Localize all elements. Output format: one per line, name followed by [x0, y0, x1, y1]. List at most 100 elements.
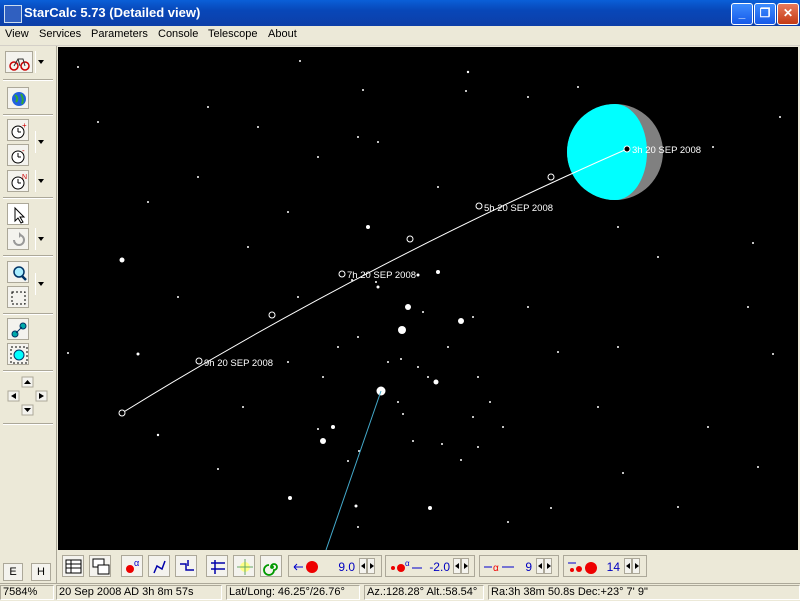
galaxy-button[interactable] [260, 555, 282, 577]
star[interactable] [77, 66, 79, 68]
rotate-dropdown[interactable] [35, 228, 45, 250]
rotate-button[interactable] [7, 228, 29, 250]
path-marker[interactable] [475, 202, 483, 210]
measure-button[interactable] [7, 318, 29, 340]
label-limit-value[interactable]: 9 [518, 560, 532, 574]
star[interactable] [752, 242, 754, 244]
clock-forward-button[interactable]: + [7, 119, 29, 141]
star[interactable] [489, 401, 491, 403]
star[interactable] [288, 496, 292, 500]
galaxy-magnitude-value[interactable]: -2.0 [424, 560, 450, 574]
star[interactable] [458, 318, 464, 324]
time-step-dropdown[interactable] [35, 131, 45, 153]
clock-now-button[interactable]: N [7, 170, 29, 192]
star[interactable] [357, 136, 359, 138]
star[interactable] [657, 256, 659, 258]
star[interactable] [387, 361, 389, 363]
star[interactable] [156, 433, 160, 437]
star[interactable] [747, 306, 749, 308]
star[interactable] [400, 358, 402, 360]
star[interactable] [527, 306, 529, 308]
star[interactable] [67, 352, 69, 354]
star[interactable] [465, 90, 467, 92]
grid-button[interactable] [206, 555, 228, 577]
zoom-rectangle-button[interactable] [7, 286, 29, 308]
boundaries-button[interactable] [175, 555, 197, 577]
star[interactable] [772, 353, 774, 355]
star[interactable] [357, 526, 359, 528]
star[interactable] [97, 121, 99, 123]
galaxy-magnitude-spinner[interactable] [453, 558, 471, 574]
star[interactable] [357, 336, 359, 338]
star[interactable] [416, 273, 420, 277]
star[interactable] [136, 352, 140, 356]
star[interactable] [550, 507, 552, 509]
star[interactable] [398, 326, 406, 334]
star[interactable] [466, 70, 470, 74]
star[interactable] [331, 425, 335, 429]
star[interactable] [577, 86, 579, 88]
star[interactable] [677, 506, 679, 508]
star[interactable] [557, 351, 559, 353]
h-button[interactable]: H [31, 563, 51, 581]
zoom-button[interactable] [7, 261, 29, 283]
star[interactable] [617, 346, 619, 348]
star[interactable] [177, 296, 179, 298]
star[interactable] [507, 521, 509, 523]
star[interactable] [197, 176, 199, 178]
minimize-button[interactable]: _ [731, 3, 753, 25]
star[interactable] [217, 468, 219, 470]
path-marker[interactable] [118, 409, 126, 417]
star[interactable] [347, 460, 349, 462]
path-marker[interactable] [547, 173, 555, 181]
star[interactable] [247, 246, 249, 248]
star[interactable] [299, 60, 301, 62]
star-size-value[interactable]: 14 [602, 560, 620, 574]
star[interactable] [287, 361, 289, 363]
constellation-lines-button[interactable] [148, 555, 170, 577]
star[interactable] [447, 346, 449, 348]
select-pointer-button[interactable] [7, 203, 29, 225]
window-button[interactable] [89, 555, 111, 577]
star[interactable] [437, 186, 439, 188]
label-limit-spinner[interactable] [536, 558, 554, 574]
star[interactable] [472, 416, 474, 418]
menu-services[interactable]: Services [39, 28, 81, 40]
star[interactable] [477, 376, 479, 378]
close-button[interactable]: ✕ [777, 3, 799, 25]
star[interactable] [375, 281, 377, 283]
zoom-dropdown[interactable] [35, 273, 45, 295]
star-magnitude-spinner[interactable] [359, 558, 377, 574]
bicycle-dropdown[interactable] [35, 51, 45, 73]
star-size-spinner[interactable] [624, 558, 642, 574]
star[interactable] [427, 376, 429, 378]
path-marker[interactable] [195, 357, 203, 365]
star[interactable] [287, 211, 289, 213]
star[interactable] [147, 201, 149, 203]
star[interactable] [397, 401, 399, 403]
maximize-button[interactable]: ❐ [754, 3, 776, 25]
star[interactable] [502, 426, 504, 428]
star[interactable] [362, 89, 364, 91]
star[interactable] [297, 296, 299, 298]
star[interactable] [436, 270, 440, 274]
star[interactable] [207, 106, 209, 108]
star[interactable] [354, 504, 358, 508]
star[interactable] [119, 257, 125, 263]
menu-parameters[interactable]: Parameters [91, 28, 148, 40]
menu-telescope[interactable]: Telescope [208, 28, 258, 40]
path-marker[interactable] [406, 235, 414, 243]
star[interactable] [707, 426, 709, 428]
menu-view[interactable]: View [5, 28, 29, 40]
star[interactable] [597, 406, 599, 408]
star[interactable] [527, 96, 529, 98]
star[interactable] [622, 472, 624, 474]
globe-button[interactable] [7, 87, 29, 109]
path-marker[interactable] [623, 145, 631, 153]
star[interactable] [428, 506, 432, 510]
greek-labels-button[interactable]: α [121, 555, 143, 577]
star[interactable] [257, 126, 259, 128]
star-magnitude-value[interactable]: 9.0 [329, 560, 355, 574]
star[interactable] [317, 156, 319, 158]
menu-console[interactable]: Console [158, 28, 198, 40]
